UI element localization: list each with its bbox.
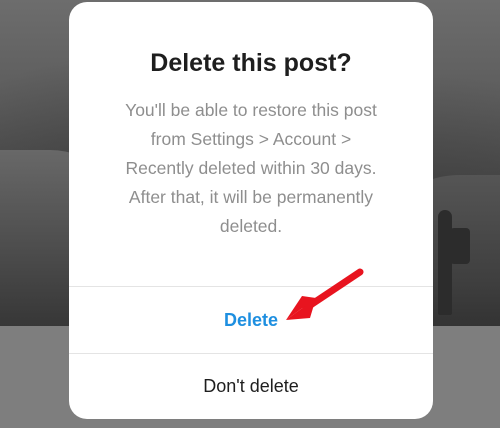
dont-delete-button[interactable]: Don't delete [69, 354, 433, 419]
screen: Delete this post? You'll be able to rest… [0, 0, 500, 428]
dialog-title: Delete this post? [150, 49, 352, 77]
photo-person-arm [450, 228, 470, 264]
delete-post-dialog: Delete this post? You'll be able to rest… [69, 2, 433, 419]
red-arrow-pointer-icon [286, 268, 364, 320]
delete-button[interactable]: Delete [69, 287, 433, 353]
dialog-message: You'll be able to restore this post from… [125, 100, 377, 236]
